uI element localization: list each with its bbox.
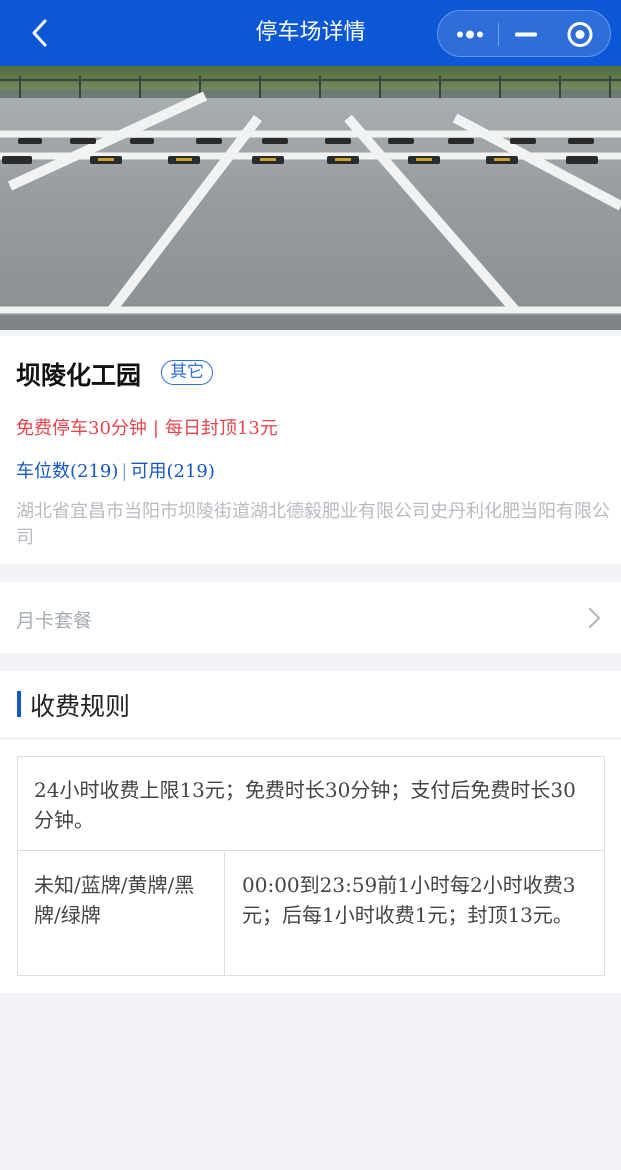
space-separator: | xyxy=(121,461,128,482)
price-separator: | xyxy=(152,418,159,439)
fee-rules-section: 收费规则 24小时收费上限13元；免费时长30分钟；支付后免费时长30分钟。 未… xyxy=(0,671,621,993)
fee-rules-table: 24小时收费上限13元；免费时长30分钟；支付后免费时长30分钟。 未知/蓝牌/… xyxy=(17,756,605,976)
free-parking-text: 免费停车30分钟 xyxy=(16,418,147,439)
minimize-icon[interactable] xyxy=(497,11,555,58)
mini-program-capsule xyxy=(437,10,611,57)
space-summary: 车位数(219) | 可用(219) xyxy=(16,457,215,483)
fee-rule-summary: 24小时收费上限13元；免费时长30分钟；支付后免费时长30分钟。 xyxy=(18,757,604,851)
section-accent-bar xyxy=(17,691,21,717)
daily-cap-text: 每日封顶13元 xyxy=(164,418,278,439)
fee-rule-plate-types: 未知/蓝牌/黄牌/黑牌/绿牌 xyxy=(18,852,225,975)
chevron-right-icon xyxy=(586,607,602,629)
more-dots-icon[interactable] xyxy=(440,11,498,58)
fee-rules-title: 收费规则 xyxy=(30,692,131,721)
price-summary: 免费停车30分钟 | 每日封顶13元 xyxy=(16,414,278,440)
target-icon[interactable] xyxy=(551,11,609,58)
fee-rule-detail: 00:00到23:59前1小时每2小时收费3元；后每1小时收费1元；封顶13元。 xyxy=(242,873,576,927)
parking-lot-photo xyxy=(0,66,621,330)
monthly-pass-row[interactable]: 月卡套餐 xyxy=(0,582,621,653)
parking-lot-info-card: 坝陵化工园 其它 免费停车30分钟 | 每日封顶13元 车位数(219) | 可用(21… xyxy=(0,336,621,564)
lot-type-tag: 其它 xyxy=(161,360,213,385)
lot-address: 湖北省宜昌市当阳市坝陵街道湖北德毅肥业有限公司史丹利化肥当阳有限公司 xyxy=(16,501,610,548)
available-spaces-text: 可用(219) xyxy=(130,461,215,482)
lot-name: 坝陵化工园 xyxy=(16,361,142,390)
monthly-pass-label: 月卡套餐 xyxy=(16,610,93,632)
fee-rules-header: 收费规则 xyxy=(0,671,621,739)
total-spaces-text: 车位数(219) xyxy=(16,461,119,482)
top-navigation-bar: 停车场详情 xyxy=(0,0,621,66)
